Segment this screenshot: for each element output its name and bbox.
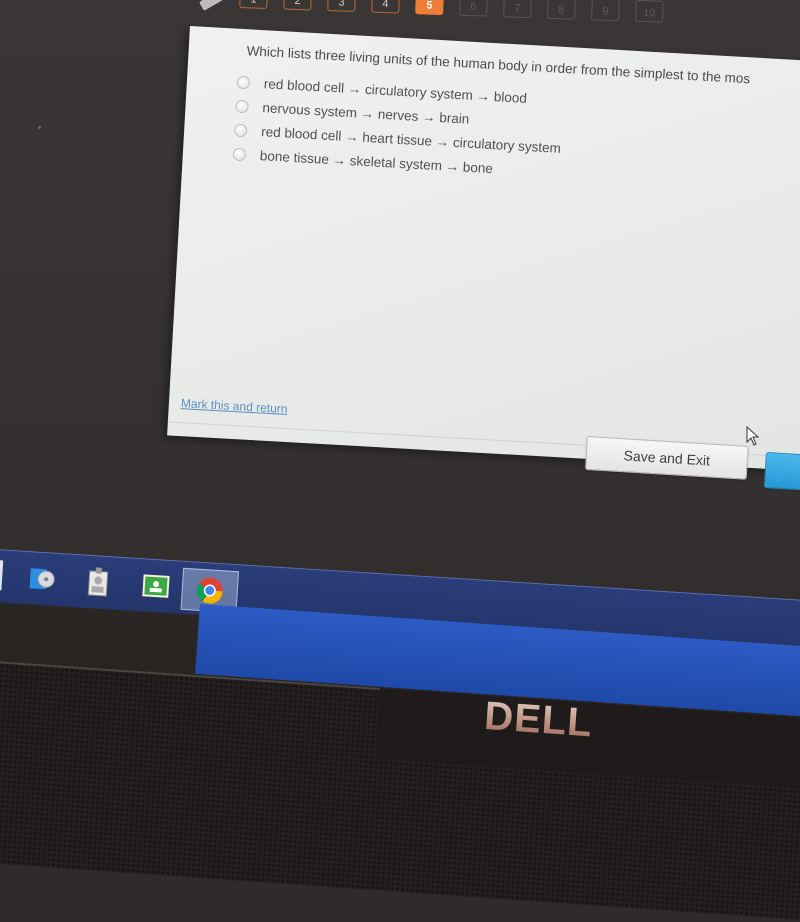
- radio-button[interactable]: [232, 147, 247, 161]
- question-number-2[interactable]: 2: [283, 0, 312, 11]
- answer-options: red blood cell → circulatory system → bl…: [232, 71, 564, 185]
- question-navigation: 1 2 3 4 5 6 7 8 9 10: [239, 0, 664, 23]
- pencil-icon[interactable]: [198, 0, 224, 11]
- mouse-cursor-icon: [746, 426, 760, 446]
- question-number-9[interactable]: 9: [591, 0, 620, 22]
- media-player-icon[interactable]: [25, 562, 59, 596]
- question-number-6[interactable]: 6: [459, 0, 488, 17]
- question-number-10[interactable]: 10: [634, 0, 664, 23]
- radio-button[interactable]: [233, 123, 248, 137]
- next-button[interactable]: [763, 452, 800, 492]
- screen-speck: [38, 126, 41, 129]
- question-panel: Which lists three living units of the hu…: [167, 26, 800, 475]
- radio-button[interactable]: [235, 99, 249, 113]
- radio-button[interactable]: [236, 75, 251, 89]
- mark-and-return-link[interactable]: Mark this and return: [181, 396, 288, 416]
- question-number-5-current[interactable]: 5: [415, 0, 444, 16]
- monitor-screen: 1 2 3 4 5 6 7 8 9 10 Which lists three l…: [0, 0, 800, 922]
- dell-logo: DELL: [482, 694, 595, 746]
- question-number-8[interactable]: 8: [547, 0, 576, 20]
- question-number-3[interactable]: 3: [327, 0, 356, 13]
- question-number-4[interactable]: 4: [371, 0, 400, 14]
- question-number-1[interactable]: 1: [239, 0, 268, 9]
- question-number-7[interactable]: 7: [503, 0, 532, 19]
- id-badge-icon[interactable]: [81, 566, 115, 600]
- google-classroom-icon[interactable]: [139, 569, 173, 603]
- taskbar-item-partial[interactable]: [0, 560, 4, 591]
